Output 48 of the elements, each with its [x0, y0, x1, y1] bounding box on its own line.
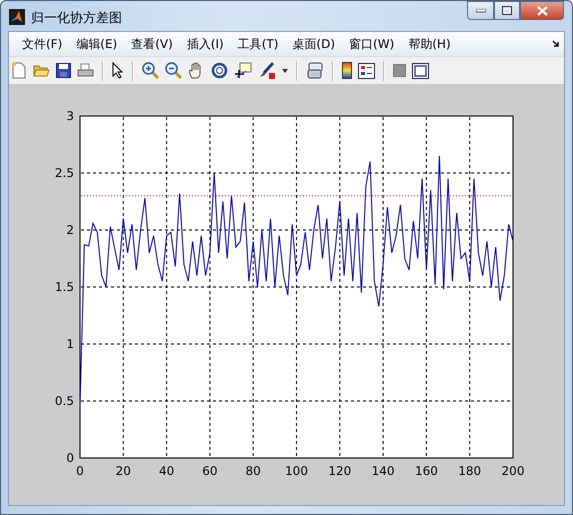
- y-tick-label: 0: [66, 451, 74, 465]
- x-tick-label: 100: [285, 464, 308, 478]
- new-file-icon[interactable]: [11, 62, 27, 79]
- y-tick-label: 0.5: [54, 394, 74, 408]
- menu-item[interactable]: 桌面(D): [285, 36, 342, 52]
- open-folder-icon[interactable]: [33, 63, 50, 78]
- menu-item[interactable]: 查看(V): [124, 36, 180, 52]
- x-tick-label: 40: [158, 464, 174, 478]
- colorbar-icon[interactable]: [342, 62, 352, 79]
- data-cursor-icon[interactable]: [234, 62, 252, 79]
- y-tick-label: 2: [66, 223, 74, 237]
- x-tick-label: 60: [202, 464, 218, 478]
- x-tick-label: 0: [76, 464, 84, 478]
- minimize-button[interactable]: [467, 1, 494, 20]
- caret-icon[interactable]: [282, 68, 288, 72]
- save-icon[interactable]: [56, 63, 71, 78]
- brush-icon[interactable]: [258, 62, 276, 79]
- x-tick-label: 200: [502, 464, 524, 478]
- close-button[interactable]: [520, 1, 564, 20]
- zoom-out-icon[interactable]: [165, 62, 182, 79]
- y-tick-label: 1.5: [54, 280, 74, 294]
- zoom-in-icon[interactable]: [142, 62, 159, 79]
- maximize-icon: [502, 6, 512, 15]
- app-logo-icon: [9, 9, 25, 25]
- x-tick-label: 120: [328, 464, 352, 478]
- frame-icon[interactable]: [412, 62, 429, 78]
- dock-arrow-icon[interactable]: [552, 40, 560, 48]
- x-tick-label: 20: [116, 464, 131, 478]
- print-icon[interactable]: [77, 63, 94, 78]
- y-tick-label: 3: [66, 109, 74, 123]
- x-tick-label: 80: [246, 464, 261, 478]
- y-tick-label: 1: [66, 337, 74, 351]
- x-tick-label: 180: [458, 464, 482, 478]
- menu-item[interactable]: 窗口(W): [342, 36, 402, 52]
- x-tick-label: 140: [372, 464, 395, 478]
- window-title: 归一化协方差图: [31, 10, 122, 27]
- x-tick-label: 160: [414, 464, 438, 478]
- menu-item[interactable]: 插入(I): [180, 36, 231, 52]
- menu-item[interactable]: 文件(F): [15, 36, 70, 52]
- maximize-button[interactable]: [494, 1, 520, 20]
- pointer-icon[interactable]: [112, 62, 124, 79]
- menu-item[interactable]: 帮助(H): [401, 36, 458, 52]
- minimize-icon: [476, 8, 486, 12]
- close-icon: [536, 6, 548, 16]
- y-tick-label: 2.5: [54, 166, 74, 180]
- menu-item[interactable]: 编辑(E): [69, 36, 124, 52]
- legend-icon[interactable]: [358, 62, 375, 78]
- menu-item[interactable]: 工具(T): [230, 36, 286, 52]
